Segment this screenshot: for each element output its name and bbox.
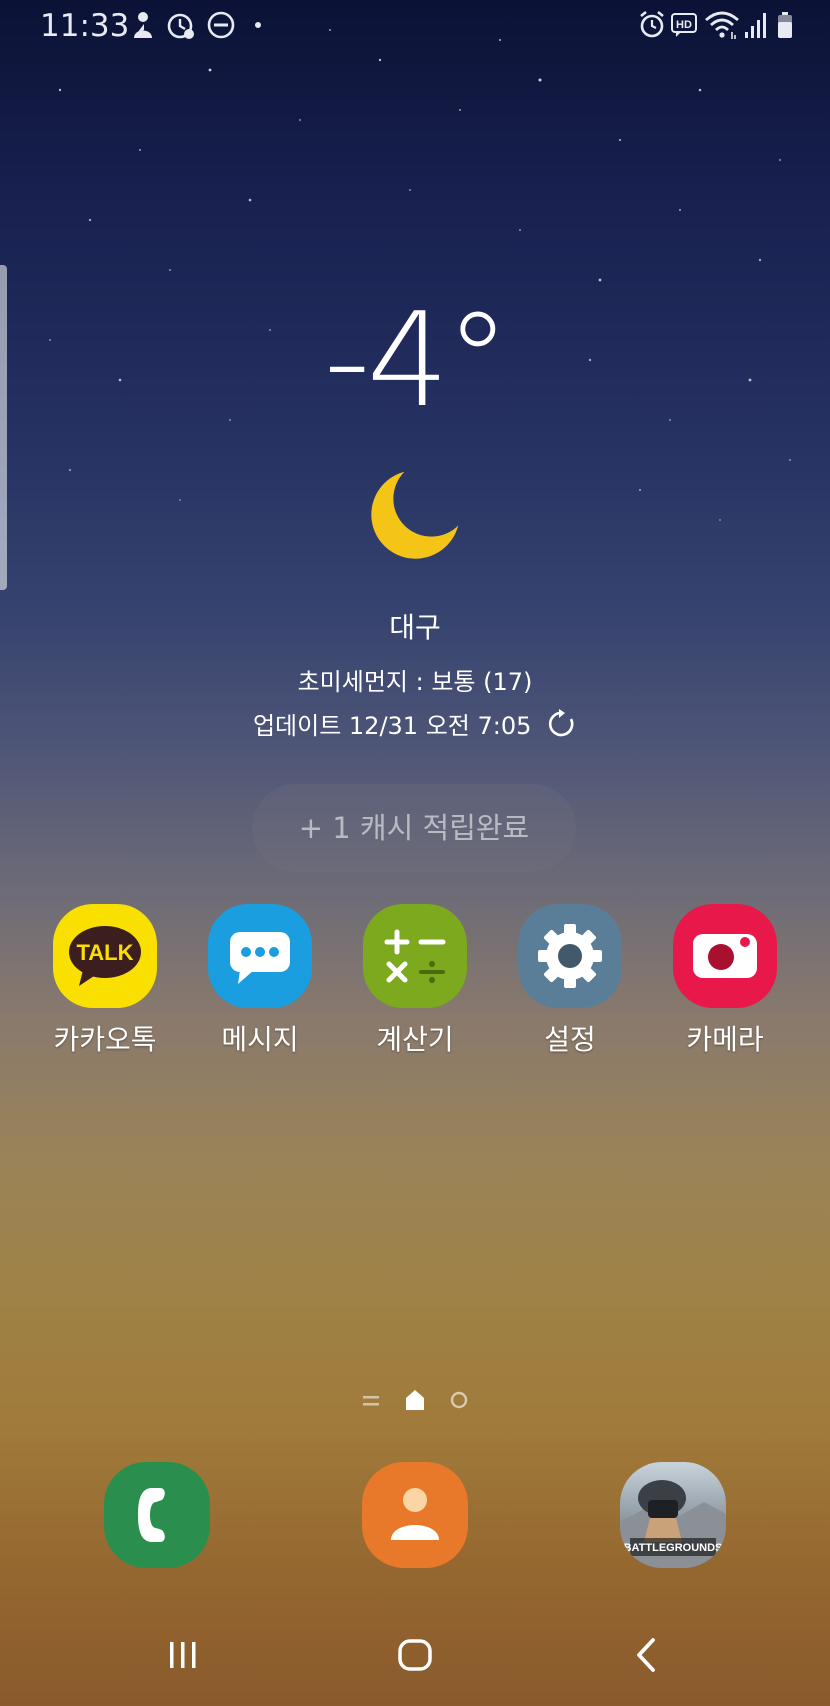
dot-icon [255, 22, 261, 28]
home-icon[interactable] [404, 1388, 426, 1412]
app-label: 카메라 [686, 1023, 764, 1056]
kakaotalk-icon[interactable]: TALK [53, 904, 157, 1008]
do-not-disturb-icon [207, 11, 235, 39]
weather-city: 대구 [389, 611, 441, 644]
app-calculator[interactable]: 계산기 [345, 904, 485, 1058]
fine-dust-status: 초미세먼지 : 보통 (17) [297, 668, 533, 696]
svg-text:HD: HD [676, 19, 692, 31]
kakaotalk-logo-text: TALK [76, 940, 133, 965]
app-messages[interactable]: 메시지 [190, 904, 330, 1058]
alarm-sync-icon [167, 13, 194, 39]
status-bar: 11:33 HD [0, 0, 830, 52]
status-time: 11:33 [40, 8, 130, 44]
refresh-icon[interactable] [547, 708, 577, 739]
recent-apps-icon[interactable] [153, 1630, 213, 1680]
camera-icon[interactable] [673, 904, 777, 1008]
app-label: 카카오톡 [53, 1023, 157, 1056]
app-label: 설정 [544, 1023, 596, 1056]
app-label: 메시지 [221, 1023, 299, 1056]
settings-icon[interactable] [518, 904, 622, 1008]
home-button-icon[interactable] [385, 1630, 445, 1680]
moon-icon [371, 471, 459, 559]
messages-icon[interactable] [208, 904, 312, 1008]
back-icon[interactable] [617, 1630, 677, 1680]
calculator-icon[interactable] [363, 904, 467, 1008]
signal-icon [745, 13, 766, 38]
hd-icon: HD [671, 13, 697, 37]
battery-icon [778, 12, 792, 38]
alarm-icon [640, 10, 664, 38]
weather-update-time: 업데이트 12/31 오전 7:05 [252, 712, 532, 740]
wifi-icon [705, 11, 739, 39]
cash-reward-pill[interactable]: + 1 캐시 적립완료 [252, 784, 576, 872]
pubg-mobile-icon[interactable]: BATTLEGROUNDS [620, 1462, 726, 1568]
list-icon[interactable] [362, 1390, 380, 1412]
weather-temperature[interactable]: -4° [0, 290, 830, 430]
circle-icon[interactable] [447, 1388, 471, 1412]
contacts-icon[interactable] [362, 1462, 468, 1568]
app-label: 계산기 [376, 1023, 454, 1056]
app-camera[interactable]: 카메라 [655, 904, 795, 1058]
app-settings[interactable]: 설정 [500, 904, 640, 1058]
phone-icon[interactable] [104, 1462, 210, 1568]
pubg-logo-text: BATTLEGROUNDS [624, 1542, 723, 1554]
page-indicator [0, 1386, 830, 1416]
weather-update-row: 업데이트 12/31 오전 7:05 [0, 706, 830, 741]
person-notification-icon [134, 12, 152, 38]
app-kakaotalk[interactable]: TALK 카카오톡 [35, 904, 175, 1058]
